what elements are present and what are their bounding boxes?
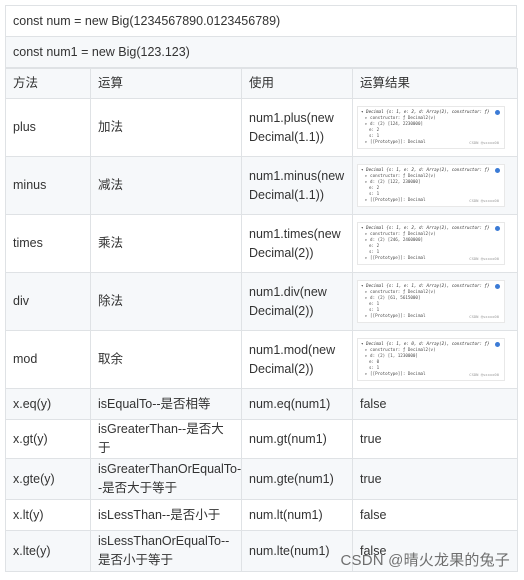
table-row: times 乘法 num1.times(new Decimal(2)) ▾ De… [5,214,518,273]
usage-cell: num1.mod(new Decimal(2)) [241,330,353,389]
method-cell: mod [5,330,91,389]
code-line-num1: const num1 = new Big(123.123) [5,37,517,68]
result-screenshot: ▾ Decimal {s: 1, e: 0, d: Array(2), cons… [357,338,505,381]
watermark: CSDN @晴火龙果的兔子 [340,552,510,569]
result-cell: ▾ Decimal {s: 1, e: 2, d: Array(2), cons… [352,98,518,157]
header-result: 运算结果 [352,68,518,99]
table-row: x.lt(y) isLessThan--是否小于 num.lt(num1) fa… [5,499,518,531]
table-row: x.eq(y) isEqualTo--是否相等 num.eq(num1) fal… [5,388,518,420]
result-cell: true [352,419,518,459]
method-cell: plus [5,98,91,157]
operation-cell: 减法 [90,156,242,215]
usage-cell: num1.times(new Decimal(2)) [241,214,353,273]
result-cell: ▾ Decimal {s: 1, e: 2, d: Array(2), cons… [352,214,518,273]
table-row: x.gt(y) isGreaterThan--是否大于 num.gt(num1)… [5,419,518,459]
operation-cell: isGreaterThanOrEqualTo--是否大于等于 [90,458,242,500]
operation-cell: isEqualTo--是否相等 [90,388,242,420]
result-cell: ▾ Decimal {s: 1, e: 2, d: Array(2), cons… [352,156,518,215]
operation-cell: 除法 [90,272,242,331]
usage-cell: num1.div(new Decimal(2)) [241,272,353,331]
document-page: const num = new Big(1234567890.012345678… [5,5,518,579]
table-row: x.gte(y) isGreaterThanOrEqualTo--是否大于等于 … [5,458,518,500]
thumb-watermark: CSDN @sxxxx00 [469,372,499,377]
header-operation: 运算 [90,68,242,99]
method-cell: x.lt(y) [5,499,91,531]
usage-cell: num.gt(num1) [241,419,353,459]
method-cell: x.gt(y) [5,419,91,459]
usage-cell: num1.minus(new Decimal(1.1)) [241,156,353,215]
method-cell: div [5,272,91,331]
header-usage: 使用 [241,68,353,99]
operation-cell: isLessThanOrEqualTo--是否小于等于 [90,530,242,572]
result-screenshot: ▾ Decimal {s: 1, e: 2, d: Array(2), cons… [357,164,505,207]
thumb-watermark: CSDN @sxxxx00 [469,198,499,203]
methods-table: 方法 运算 使用 运算结果 plus 加法 num1.plus(new Deci… [5,68,518,572]
info-icon [495,226,500,231]
result-cell: false [352,499,518,531]
code-line-num1-text: const num1 = new Big(123.123) [13,45,190,59]
usage-cell: num.lt(num1) [241,499,353,531]
operation-cell: 乘法 [90,214,242,273]
code-line-num: const num = new Big(1234567890.012345678… [5,5,517,37]
operation-cell: 取余 [90,330,242,389]
table-header-row: 方法 运算 使用 运算结果 [5,68,518,99]
operation-cell: isLessThan--是否小于 [90,499,242,531]
usage-cell: num.eq(num1) [241,388,353,420]
info-icon [495,168,500,173]
usage-cell: num1.plus(new Decimal(1.1)) [241,98,353,157]
table-row: mod 取余 num1.mod(new Decimal(2)) ▾ Decima… [5,330,518,389]
table-row: div 除法 num1.div(new Decimal(2)) ▾ Decima… [5,272,518,331]
method-cell: x.eq(y) [5,388,91,420]
method-cell: x.gte(y) [5,458,91,500]
info-icon [495,284,500,289]
result-screenshot: ▾ Decimal {s: 1, e: 2, d: Array(2), cons… [357,106,505,149]
operation-cell: isGreaterThan--是否大于 [90,419,242,459]
result-cell: ▾ Decimal {s: 1, e: 1, d: Array(2), cons… [352,272,518,331]
operation-cell: 加法 [90,98,242,157]
result-screenshot: ▾ Decimal {s: 1, e: 1, d: Array(2), cons… [357,280,505,323]
method-cell: times [5,214,91,273]
method-cell: minus [5,156,91,215]
header-method: 方法 [5,68,91,99]
usage-cell: num.gte(num1) [241,458,353,500]
result-screenshot: ▾ Decimal {s: 1, e: 2, d: Array(2), cons… [357,222,505,265]
result-cell: true [352,458,518,500]
method-cell: x.lte(y) [5,530,91,572]
table-row: minus 减法 num1.minus(new Decimal(1.1)) ▾ … [5,156,518,215]
usage-cell: num.lte(num1) [241,530,353,572]
thumb-watermark: CSDN @sxxxx00 [469,314,499,319]
table-row: plus 加法 num1.plus(new Decimal(1.1)) ▾ De… [5,98,518,157]
thumb-watermark: CSDN @sxxxx00 [469,140,499,145]
info-icon [495,342,500,347]
info-icon [495,110,500,115]
thumb-watermark: CSDN @sxxxx00 [469,256,499,261]
result-cell: ▾ Decimal {s: 1, e: 0, d: Array(2), cons… [352,330,518,389]
result-cell: false [352,388,518,420]
code-line-num-text: const num = new Big(1234567890.012345678… [13,14,281,28]
